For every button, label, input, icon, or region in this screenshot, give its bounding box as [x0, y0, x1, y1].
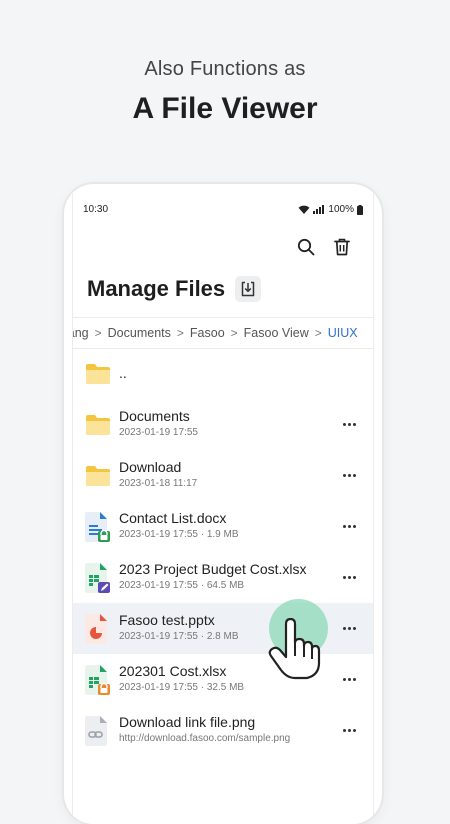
download-icon — [241, 281, 255, 297]
breadcrumb-item[interactable]: Fasoo — [190, 326, 225, 340]
file-meta: 2023-01-19 17:55 · 32.5 MB — [119, 682, 245, 693]
breadcrumb-separator: > — [176, 326, 184, 340]
trash-icon — [334, 238, 350, 256]
status-time: 10:30 — [83, 204, 109, 215]
breadcrumb-current[interactable]: UIUX — [328, 326, 358, 340]
file-name: Contact List.docx — [119, 510, 227, 526]
docx-locked-icon — [85, 511, 111, 542]
list-item-documents[interactable]: Documents 2023-01-19 17:55 — [73, 399, 373, 450]
breadcrumb-separator: > — [94, 326, 102, 340]
phone-frame: 10:30 100% Manage Files ng > Documents >… — [64, 184, 382, 824]
list-item-download[interactable]: Download 2023-01-18 11:17 — [73, 450, 373, 501]
pptx-icon — [85, 613, 111, 644]
more-options-button[interactable] — [339, 418, 359, 432]
battery-icon — [357, 204, 363, 215]
search-button[interactable] — [295, 236, 317, 258]
xlsx-locked-icon — [85, 664, 111, 695]
pointing-hand-icon — [268, 618, 321, 680]
file-meta: 2023-01-19 17:55 — [119, 427, 198, 438]
file-name: Download link file.png — [119, 714, 256, 730]
download-button[interactable] — [235, 276, 262, 302]
toolbar — [295, 236, 353, 258]
breadcrumb-item[interactable]: Fasoo View — [244, 326, 309, 340]
battery-text: 100% — [328, 204, 354, 215]
promo-subtitle: Also Functions as — [144, 58, 306, 80]
app-screen: 10:30 100% Manage Files ng > Documents >… — [72, 194, 374, 824]
breadcrumb: lang > Documents > Fasoo > Fasoo View > … — [73, 317, 373, 349]
list-item-xlsx-locked[interactable]: 202301 Cost.xlsx 2023-01-19 17:55 · 32.5… — [73, 654, 373, 705]
status-icons: 100% — [298, 204, 363, 215]
delete-button[interactable] — [331, 236, 353, 258]
more-options-button[interactable] — [339, 673, 359, 687]
file-meta: 2023-01-18 11:17 — [119, 478, 198, 489]
wifi-icon — [298, 205, 310, 214]
file-name: Documents — [119, 408, 190, 424]
more-options-button[interactable] — [339, 724, 359, 738]
status-bar: 10:30 100% — [83, 204, 363, 220]
file-name: .. — [119, 365, 127, 381]
file-meta: 2023-01-19 17:55 · 1.9 MB — [119, 529, 239, 540]
more-options-button[interactable] — [339, 571, 359, 585]
page-title: Manage Files — [87, 276, 226, 301]
folder-icon — [85, 463, 111, 489]
file-name: Download — [119, 459, 182, 475]
breadcrumb-separator: > — [314, 326, 322, 340]
file-list: .. Documents 2023-01-19 17:55 Download 2… — [73, 348, 373, 756]
search-icon — [297, 238, 315, 256]
promo-title: A File Viewer — [132, 92, 318, 125]
list-item-docx[interactable]: Contact List.docx 2023-01-19 17:55 · 1.9… — [73, 501, 373, 552]
xlsx-edit-icon — [85, 562, 111, 593]
file-meta: 2023-01-19 17:55 · 64.5 MB — [119, 580, 245, 591]
more-options-button[interactable] — [339, 469, 359, 483]
more-options-button[interactable] — [339, 520, 359, 534]
file-meta: 2023-01-19 17:55 · 2.8 MB — [119, 631, 239, 642]
signal-icon — [313, 205, 325, 214]
more-options-button[interactable] — [339, 622, 359, 636]
link-file-icon — [85, 715, 111, 746]
list-item-parent[interactable]: .. — [73, 348, 373, 399]
file-name: 202301 Cost.xlsx — [119, 663, 227, 679]
file-name: 2023 Project Budget Cost.xlsx — [119, 561, 307, 577]
file-meta: http://download.fasoo.com/sample.png — [119, 733, 291, 744]
breadcrumb-separator: > — [230, 326, 238, 340]
file-name: Fasoo test.pptx — [119, 612, 215, 628]
list-item-pptx[interactable]: Fasoo test.pptx 2023-01-19 17:55 · 2.8 M… — [73, 603, 373, 654]
folder-icon — [85, 361, 111, 387]
header: Manage Files — [87, 276, 262, 302]
list-item-link[interactable]: Download link file.png http://download.f… — [73, 705, 373, 756]
breadcrumb-item[interactable]: lang — [73, 326, 89, 340]
breadcrumb-item[interactable]: Documents — [108, 326, 171, 340]
folder-icon — [85, 412, 111, 438]
list-item-xlsx[interactable]: 2023 Project Budget Cost.xlsx 2023-01-19… — [73, 552, 373, 603]
